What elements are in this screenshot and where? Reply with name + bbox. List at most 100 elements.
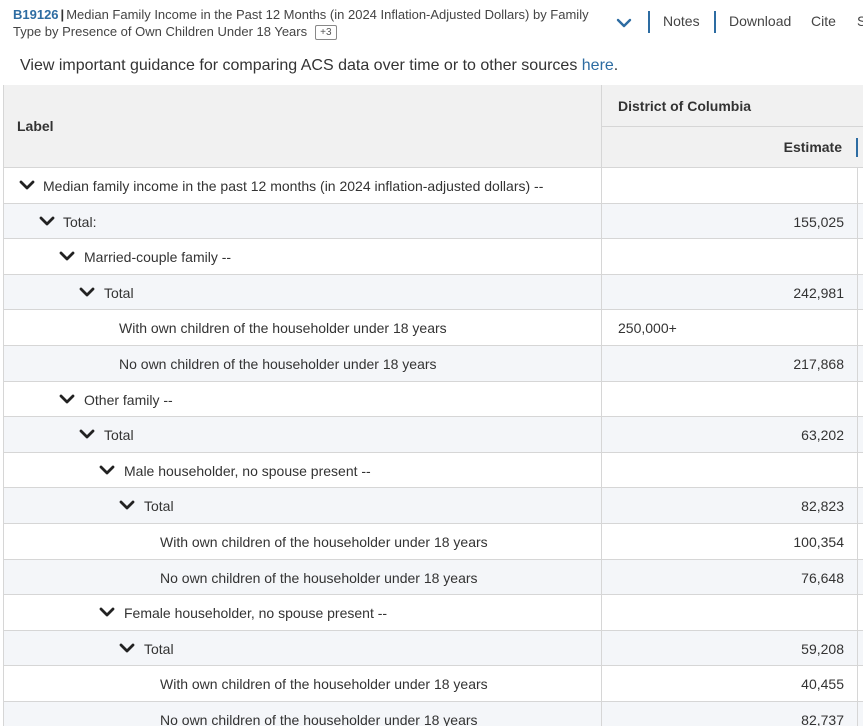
label-cell: Other family -- bbox=[4, 381, 602, 417]
estimate-value: 82,737 bbox=[801, 711, 844, 726]
estimate-cell: 250,000+ bbox=[602, 310, 858, 345]
estimate-value: 76,648 bbox=[801, 569, 844, 586]
row-label: Other family -- bbox=[84, 391, 173, 408]
estimate-value: 100,354 bbox=[793, 533, 844, 550]
table-row: Other family -- bbox=[4, 381, 863, 418]
estimate-value: 82,823 bbox=[801, 498, 844, 515]
row-label: Married-couple family -- bbox=[84, 249, 232, 266]
label-cell: Total bbox=[4, 274, 602, 310]
more-topics-badge[interactable]: +3 bbox=[315, 25, 337, 40]
chevron-down-icon[interactable] bbox=[79, 286, 95, 298]
label-cell: No own children of the householder under… bbox=[4, 701, 602, 726]
notes-button[interactable]: Notes bbox=[663, 13, 700, 29]
table-row: Total 63,202 bbox=[4, 417, 863, 453]
estimate-value: 155,025 bbox=[793, 213, 844, 230]
table-body: Median family income in the past 12 mont… bbox=[4, 168, 863, 726]
estimate-cell: 59,208 bbox=[602, 630, 858, 666]
estimate-cell bbox=[602, 595, 858, 630]
estimate-cell: 155,025 bbox=[602, 203, 858, 239]
chevron-down-icon bbox=[616, 18, 632, 28]
table-row: With own children of the householder und… bbox=[4, 523, 863, 560]
label-cell: With own children of the householder und… bbox=[4, 666, 602, 701]
geography-column-header[interactable]: District of Columbia bbox=[602, 85, 863, 127]
toolbar-divider bbox=[648, 11, 650, 33]
chevron-down-icon[interactable] bbox=[119, 642, 135, 654]
label-cell: No own children of the householder under… bbox=[4, 345, 602, 381]
estimate-cell bbox=[602, 239, 858, 274]
table-row: With own children of the householder und… bbox=[4, 666, 863, 702]
estimate-value: 63,202 bbox=[801, 427, 844, 444]
table-row: No own children of the householder under… bbox=[4, 559, 863, 596]
estimate-cell: 76,648 bbox=[602, 559, 858, 595]
estimate-cell: 242,981 bbox=[602, 274, 858, 310]
row-label: With own children of the householder und… bbox=[119, 320, 447, 337]
estimate-value: 40,455 bbox=[801, 676, 844, 693]
label-cell: Total bbox=[4, 488, 602, 523]
chevron-down-icon[interactable] bbox=[99, 464, 115, 476]
estimate-cell: 100,354 bbox=[602, 523, 858, 559]
row-label: Total bbox=[144, 498, 174, 515]
table-id[interactable]: B19126 bbox=[13, 7, 59, 22]
guidance-text: View important guidance for comparing AC… bbox=[20, 57, 582, 74]
estimate-cell: 217,868 bbox=[602, 345, 858, 381]
title-separator: | bbox=[60, 7, 65, 22]
table-row: No own children of the householder under… bbox=[4, 701, 863, 726]
geography-name: District of Columbia bbox=[618, 98, 752, 114]
data-table: Label District of Columbia Estimate Medi… bbox=[3, 85, 863, 726]
chevron-down-icon[interactable] bbox=[19, 179, 35, 191]
table-row: Married-couple family -- bbox=[4, 239, 863, 275]
chevron-down-icon[interactable] bbox=[59, 393, 75, 405]
label-cell: No own children of the householder under… bbox=[4, 559, 602, 595]
label-cell: With own children of the householder und… bbox=[4, 523, 602, 559]
chevron-down-icon[interactable] bbox=[79, 428, 95, 440]
estimate-cell: 82,737 bbox=[602, 701, 858, 726]
estimate-cell bbox=[602, 168, 858, 203]
estimate-header-text: Estimate bbox=[783, 139, 842, 155]
row-label: No own children of the householder under… bbox=[119, 355, 437, 372]
estimate-value: 242,981 bbox=[793, 284, 844, 301]
label-cell: Total bbox=[4, 417, 602, 452]
estimate-value: 250,000+ bbox=[618, 320, 677, 337]
expand-title-button[interactable] bbox=[613, 12, 635, 34]
guidance-notice: View important guidance for comparing AC… bbox=[20, 57, 618, 75]
row-label: Median family income in the past 12 mont… bbox=[43, 178, 544, 194]
table-row: Total 242,981 bbox=[4, 274, 863, 311]
table-row: Male householder, no spouse present -- bbox=[4, 452, 863, 489]
table-row: Median family income in the past 12 mont… bbox=[4, 168, 863, 204]
label-cell: With own children of the householder und… bbox=[4, 310, 602, 345]
estimate-column-header[interactable]: Estimate bbox=[602, 127, 863, 168]
chevron-down-icon[interactable] bbox=[39, 215, 55, 227]
cite-button[interactable]: Cite bbox=[811, 13, 836, 29]
table-row: Female householder, no spouse present -- bbox=[4, 595, 863, 631]
guidance-period: . bbox=[613, 57, 619, 74]
column-resize-handle[interactable] bbox=[856, 138, 858, 157]
row-label: Total bbox=[144, 640, 174, 657]
table-title: Median Family Income in the Past 12 Mont… bbox=[13, 7, 589, 39]
estimate-value: 59,208 bbox=[801, 640, 844, 657]
table-title-block: B19126 | Median Family Income in the Past … bbox=[13, 6, 603, 40]
row-label: Total bbox=[104, 427, 134, 444]
table-header-bar: B19126 | Median Family Income in the Past … bbox=[0, 0, 863, 46]
row-label: Total bbox=[104, 284, 134, 301]
estimate-cell: 63,202 bbox=[602, 417, 858, 452]
table-row: With own children of the householder und… bbox=[4, 310, 863, 346]
row-label: With own children of the householder und… bbox=[160, 533, 488, 550]
label-cell: Female householder, no spouse present -- bbox=[4, 595, 602, 630]
truncated-action-button[interactable]: S bbox=[857, 13, 863, 29]
row-label: With own children of the householder und… bbox=[160, 676, 488, 693]
row-label: Male householder, no spouse present -- bbox=[124, 462, 371, 479]
chevron-down-icon[interactable] bbox=[119, 499, 135, 511]
row-label: No own children of the householder under… bbox=[160, 711, 478, 726]
chevron-down-icon[interactable] bbox=[59, 250, 75, 262]
label-cell: Married-couple family -- bbox=[4, 239, 602, 274]
label-cell: Male householder, no spouse present -- bbox=[4, 452, 602, 488]
table-row: Total 59,208 bbox=[4, 630, 863, 667]
download-button[interactable]: Download bbox=[729, 13, 791, 29]
chevron-down-icon[interactable] bbox=[99, 606, 115, 618]
estimate-cell: 82,823 bbox=[602, 488, 858, 523]
estimate-cell bbox=[602, 381, 858, 417]
table-row: No own children of the householder under… bbox=[4, 345, 863, 382]
label-column-header[interactable]: Label bbox=[4, 85, 602, 168]
guidance-link[interactable]: here bbox=[582, 57, 614, 74]
row-label: No own children of the householder under… bbox=[160, 569, 478, 586]
